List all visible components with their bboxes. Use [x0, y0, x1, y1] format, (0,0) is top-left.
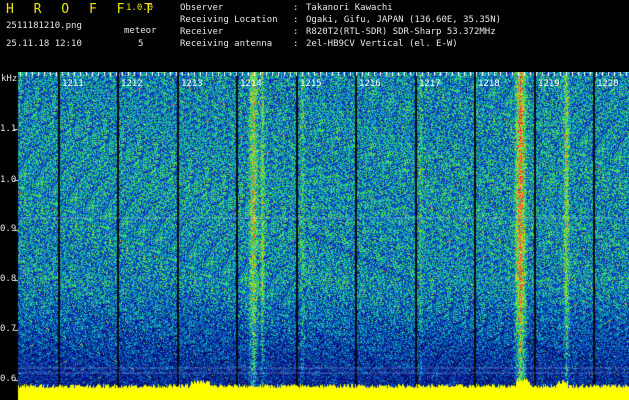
- antenna-value: 2el-HB9CV Vertical (el. E-W): [306, 39, 458, 49]
- time-tick-label: 1212: [121, 79, 143, 89]
- y-tick-label: 1.0: [0, 175, 17, 185]
- receiver-colon: :: [293, 27, 299, 37]
- time-tick-label: 1218: [478, 79, 500, 89]
- y-tick-label: 0.9: [0, 224, 17, 234]
- location-value: Ogaki, Gifu, JAPAN (136.60E, 35.35N): [306, 15, 502, 25]
- time-tick-label: 1214: [240, 79, 262, 89]
- time-tick-label: 1216: [359, 79, 381, 89]
- antenna-key: Receiving antenna: [180, 39, 273, 49]
- location-key: Receiving Location: [180, 15, 278, 25]
- time-tick-label: 1213: [181, 79, 203, 89]
- y-tick-label: 0.6: [0, 374, 17, 384]
- observer-value: Takanori Kawachi: [306, 3, 393, 13]
- y-tick-label: 1.1: [0, 124, 17, 134]
- capture-datetime: 25.11.18 12:10: [6, 39, 82, 49]
- antenna-colon: :: [293, 39, 299, 49]
- receiver-key: Receiver: [180, 27, 224, 37]
- y-tick-label: 0.8: [0, 274, 17, 284]
- time-tick-label: 1220: [597, 79, 619, 89]
- image-filename: 2511181210.png: [6, 21, 82, 31]
- time-tick-label: 1215: [300, 79, 322, 89]
- observer-colon: :: [293, 3, 299, 13]
- time-tick-label: 1219: [538, 79, 560, 89]
- time-tick-label: 1217: [419, 79, 441, 89]
- spectrogram-canvas: [0, 72, 629, 400]
- y-tick-label: 0.7: [0, 324, 17, 334]
- location-colon: :: [293, 15, 299, 25]
- time-tick-label: 1211: [62, 79, 84, 89]
- meteor-count: 5: [138, 39, 144, 49]
- header-panel: H R O F F T 1.0.0 2511181210.png 25.11.1…: [0, 0, 629, 72]
- observer-key: Observer: [180, 3, 224, 13]
- receiver-value: R820T2(RTL-SDR) SDR-Sharp 53.372MHz: [306, 27, 496, 37]
- frequency-unit-label: kHz: [1, 74, 18, 84]
- meteor-label: meteor: [124, 26, 157, 36]
- app-version: 1.0.0: [126, 3, 154, 13]
